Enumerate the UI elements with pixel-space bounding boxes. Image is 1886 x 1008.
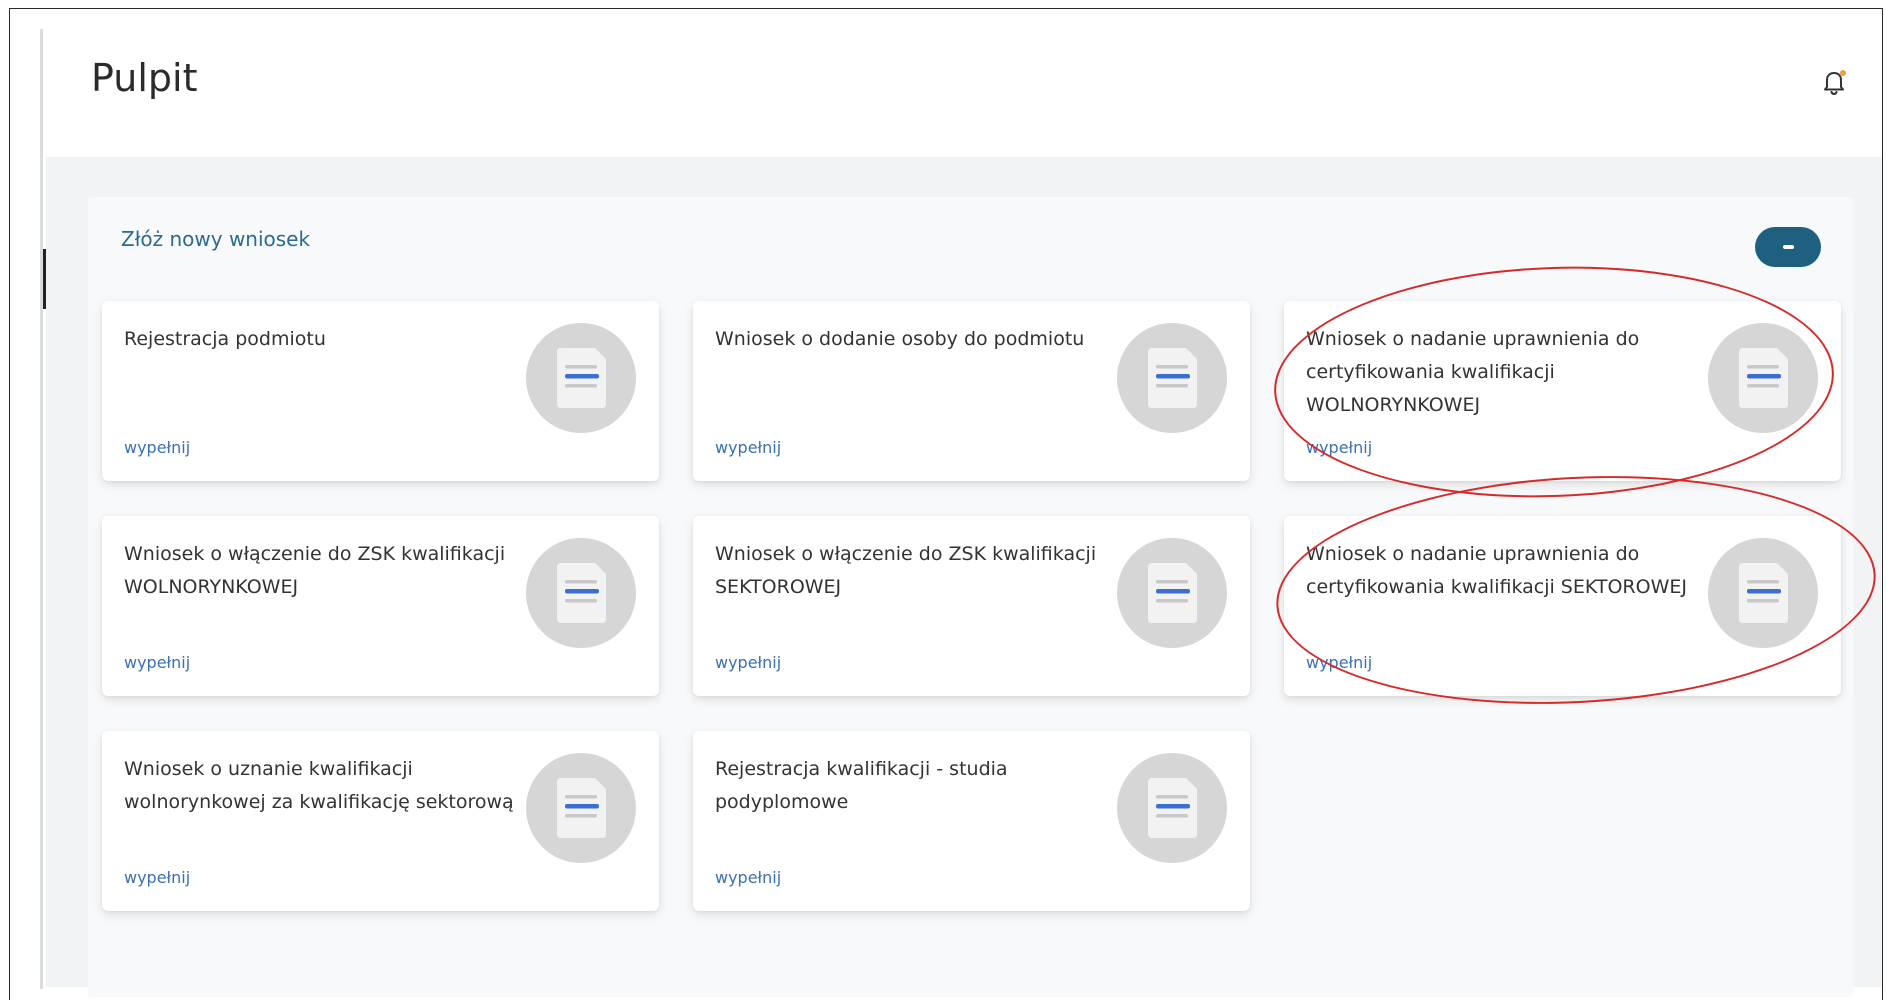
- document-icon: [1117, 753, 1227, 863]
- card-wlaczenie-wolnorynkowej[interactable]: Wniosek o włączenie do ZSK kwalifikacji …: [102, 516, 659, 696]
- card-uprawnienie-wolnorynkowe[interactable]: Wniosek o nadanie uprawnienia do certyfi…: [1284, 301, 1841, 481]
- document-icon: [1708, 538, 1818, 648]
- card-title: Wniosek o włączenie do ZSK kwalifikacji …: [715, 543, 1097, 598]
- fill-link[interactable]: wypełnij: [124, 438, 190, 457]
- card-rejestracja-podmiotu[interactable]: Rejestracja podmiotu wypełnij: [102, 301, 659, 481]
- document-icon: [526, 538, 636, 648]
- card-title: Rejestracja podmiotu: [124, 328, 326, 350]
- document-icon: [1117, 323, 1227, 433]
- document-icon: [526, 323, 636, 433]
- page-title: Pulpit: [91, 56, 198, 100]
- card-title: Wniosek o włączenie do ZSK kwalifikacji …: [124, 543, 506, 598]
- fill-link[interactable]: wypełnij: [715, 438, 781, 457]
- fill-link[interactable]: wypełnij: [124, 653, 190, 672]
- sidebar-edge: [40, 29, 43, 989]
- card-uznanie-kwalifikacji[interactable]: Wniosek o uznanie kwalifikacji wolnorynk…: [102, 731, 659, 911]
- card-title: Wniosek o uznanie kwalifikacji wolnorynk…: [124, 758, 514, 813]
- fill-link[interactable]: wypełnij: [124, 868, 190, 887]
- collapse-button[interactable]: [1755, 227, 1821, 267]
- card-title: Rejestracja kwalifikacji - studia podypl…: [715, 758, 1008, 813]
- fill-link[interactable]: wypełnij: [1306, 438, 1372, 457]
- card-uprawnienie-sektorowe[interactable]: Wniosek o nadanie uprawnienia do certyfi…: [1284, 516, 1841, 696]
- new-application-panel: Złóż nowy wniosek Rejestracja podmiotu w…: [88, 197, 1882, 997]
- notification-dot: [1840, 70, 1846, 76]
- page-header: Pulpit: [46, 29, 1882, 157]
- fill-link[interactable]: wypełnij: [715, 868, 781, 887]
- fill-link[interactable]: wypełnij: [715, 653, 781, 672]
- card-dodanie-osoby[interactable]: Wniosek o dodanie osoby do podmiotu wype…: [693, 301, 1250, 481]
- card-studia-podyplomowe[interactable]: Rejestracja kwalifikacji - studia podypl…: [693, 731, 1250, 911]
- document-icon: [1708, 323, 1818, 433]
- document-icon: [526, 753, 636, 863]
- bell-icon[interactable]: [1820, 67, 1848, 97]
- panel-title[interactable]: Złóż nowy wniosek: [121, 227, 310, 251]
- app-window: Pulpit Złóż nowy wniosek Rejestracja pod…: [9, 8, 1883, 1000]
- fill-link[interactable]: wypełnij: [1306, 653, 1372, 672]
- card-title: Wniosek o nadanie uprawnienia do certyfi…: [1306, 543, 1687, 598]
- card-wlaczenie-sektorowej[interactable]: Wniosek o włączenie do ZSK kwalifikacji …: [693, 516, 1250, 696]
- document-icon: [1117, 538, 1227, 648]
- card-title: Wniosek o dodanie osoby do podmiotu: [715, 328, 1085, 350]
- minus-icon: [1783, 245, 1794, 249]
- card-title: Wniosek o nadanie uprawnienia do certyfi…: [1306, 328, 1640, 416]
- dashboard-content: Złóż nowy wniosek Rejestracja podmiotu w…: [46, 157, 1882, 997]
